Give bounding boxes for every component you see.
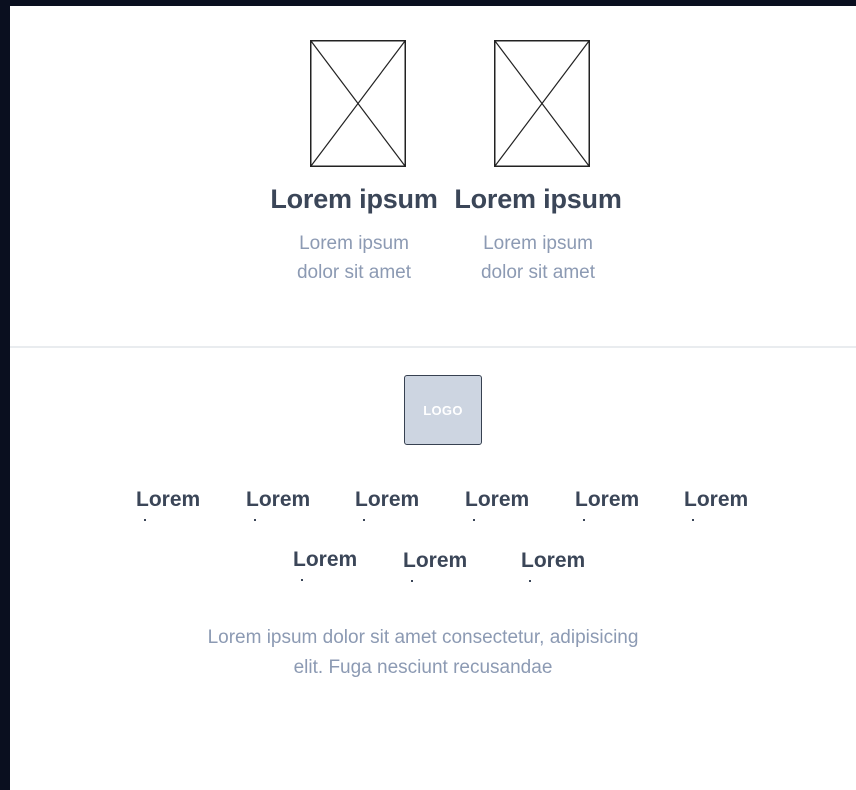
feature-description-text: Lorem ipsum dolor sit amet [480,233,596,283]
footer-nav-link[interactable]: Lorem [575,488,639,521]
footer-nav-link[interactable]: Lorem [465,488,529,521]
footer-description: Lorem ipsum dolor sit amet consectetur, … [207,627,639,678]
footer-nav-link[interactable]: Lorem [136,488,200,521]
logo-text: LOGO [423,402,463,418]
footer-nav-link[interactable]: Lorem [355,488,419,521]
footer-nav-link[interactable]: Lorem [246,488,310,521]
footer-nav-link[interactable]: Lorem [684,488,748,521]
footer-nav-link[interactable]: Lorem [521,549,585,582]
section-divider [10,346,856,348]
image-placeholder-icon [494,40,590,167]
feature-title: Lorem ipsum [454,184,622,214]
image-placeholder-icon [310,40,406,167]
feature-description: Lorem ipsum dolor sit amet [428,229,648,287]
wireframe-page: Lorem ipsum Lorem ipsum dolor sit amet L… [10,6,856,790]
logo[interactable]: LOGO [404,375,482,445]
feature-description-text: Lorem ipsum dolor sit amet [296,233,412,283]
footer-nav-link[interactable]: Lorem [403,549,467,582]
footer-nav-link[interactable]: Lorem [293,548,357,581]
